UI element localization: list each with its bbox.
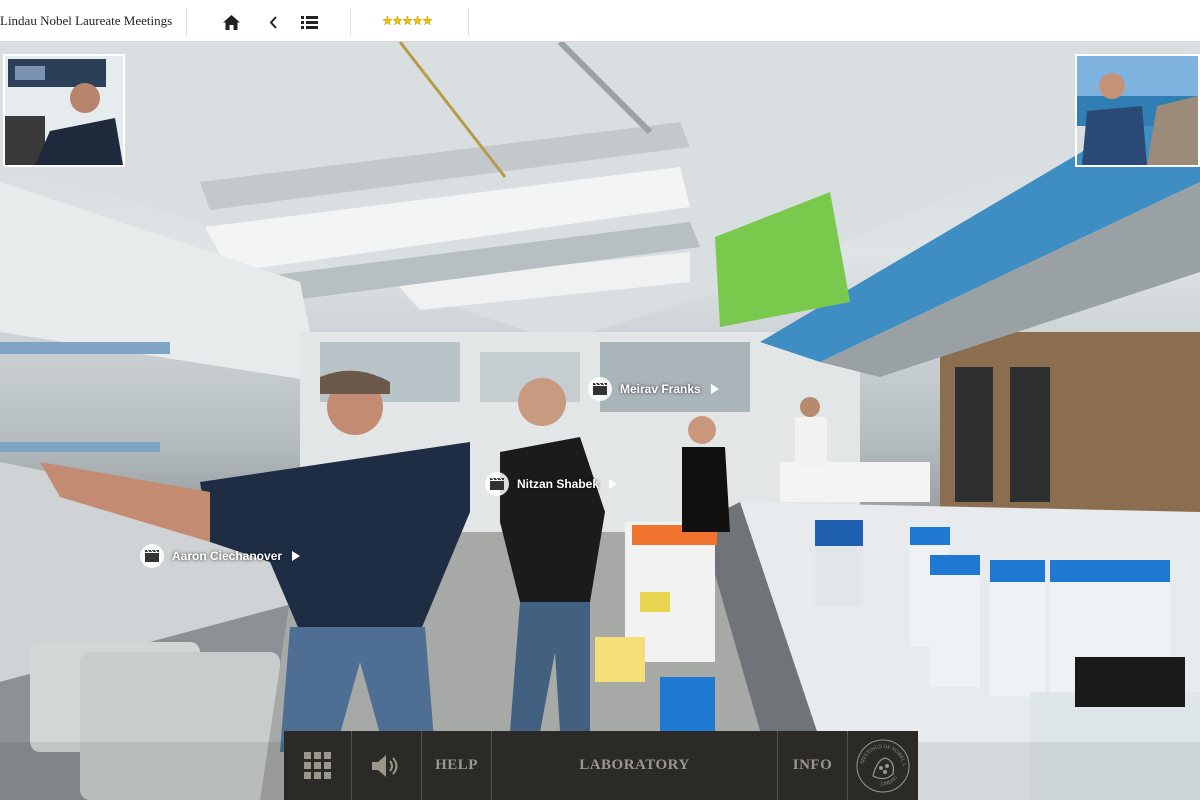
video-thumbnail-left[interactable]: [3, 54, 125, 167]
video-icon: [485, 472, 509, 496]
bottom-nav: HELP LABORATORY INFO MEETINGS OF NOBEL L…: [284, 731, 918, 800]
video-icon: [588, 377, 612, 401]
hotspot-nitzan-shabek[interactable]: Nitzan Shabek: [485, 472, 618, 496]
grid-menu-button[interactable]: [284, 731, 352, 800]
chevron-left-icon: [269, 15, 277, 29]
info-label: INFO: [792, 757, 833, 773]
laureate-portrait-image: [5, 56, 123, 165]
hotspot-label: Meirav Franks: [620, 382, 701, 396]
hotspot-label: Nitzan Shabek: [517, 477, 600, 491]
top-bar: Lindau Nobel Laureate Meetings: [0, 0, 1200, 42]
back-button[interactable]: [262, 11, 284, 33]
lab-panorama: [0, 42, 1200, 800]
hotspot-label: Aaron Ciechanover: [172, 549, 283, 563]
sound-button[interactable]: [352, 731, 422, 800]
star-icon: [393, 16, 402, 25]
scene-title-button[interactable]: LABORATORY: [492, 731, 778, 800]
star-icon: [383, 16, 392, 25]
help-label: HELP: [435, 757, 478, 773]
info-button[interactable]: INFO: [778, 731, 848, 800]
laureate-portrait-image: [1077, 56, 1198, 165]
list-button[interactable]: [298, 11, 320, 33]
video-thumbnail-right[interactable]: [1075, 54, 1200, 167]
rating-stars[interactable]: [383, 16, 432, 25]
star-icon: [403, 16, 412, 25]
divider: [468, 8, 469, 36]
play-icon: [292, 551, 301, 561]
divider: [350, 8, 351, 36]
grid-icon: [303, 751, 331, 779]
divider: [186, 8, 187, 36]
scene-title: LABORATORY: [579, 757, 690, 773]
play-icon: [609, 479, 618, 489]
home-button[interactable]: [220, 11, 242, 33]
star-icon: [423, 16, 432, 25]
site-title[interactable]: Lindau Nobel Laureate Meetings: [0, 13, 172, 29]
list-icon: [300, 15, 318, 29]
lindau-seal-icon: MEETINGS OF NOBEL LAUREATES LINDAU: [855, 738, 910, 792]
hotspot-aaron-ciechanover[interactable]: Aaron Ciechanover: [140, 544, 301, 568]
speaker-icon: [371, 754, 397, 777]
lindau-logo[interactable]: MEETINGS OF NOBEL LAUREATES LINDAU: [848, 731, 918, 800]
help-button[interactable]: HELP: [422, 731, 492, 800]
video-icon: [140, 544, 164, 568]
star-icon: [413, 16, 422, 25]
play-icon: [710, 384, 719, 394]
panorama-view[interactable]: Meirav Franks Nitzan Shabek Aaron Ciecha…: [0, 42, 1200, 800]
svg-text:MEETINGS OF NOBEL LAUREATES: MEETINGS OF NOBEL LAUREATES: [855, 738, 907, 767]
home-icon: [222, 14, 240, 30]
hotspot-meirav-franks[interactable]: Meirav Franks: [588, 377, 719, 401]
